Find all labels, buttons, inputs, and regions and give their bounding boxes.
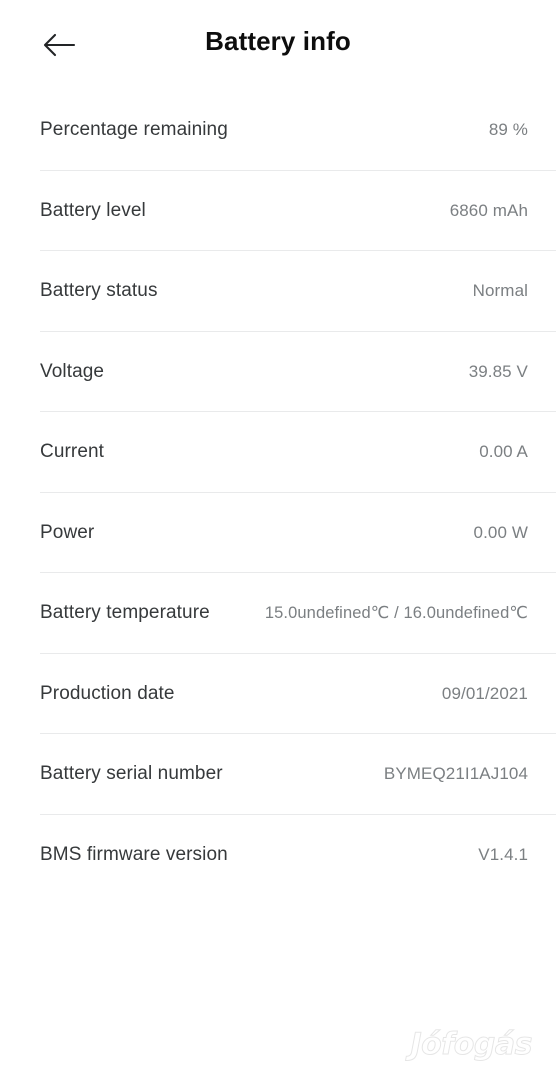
- list-item-battery-serial-number[interactable]: Battery serial number BYMEQ21I1AJ104: [0, 734, 556, 815]
- row-value: V1.4.1: [478, 844, 528, 864]
- list-item-battery-level[interactable]: Battery level 6860 mAh: [0, 171, 556, 251]
- list-item-bms-firmware-version[interactable]: BMS firmware version V1.4.1: [0, 815, 556, 896]
- row-label: Percentage remaining: [40, 119, 228, 141]
- row-label: Battery status: [40, 280, 158, 302]
- row-value: BYMEQ21I1AJ104: [383, 764, 528, 784]
- list-item-battery-temperature[interactable]: Battery temperature 15.0undefined℃ / 16.…: [0, 573, 556, 654]
- list-item-percentage-remaining[interactable]: Percentage remaining 89 %: [0, 90, 556, 171]
- row-value: 89 %: [488, 120, 528, 140]
- row-value: 0.00 W: [473, 522, 528, 542]
- row-label: Power: [40, 521, 95, 543]
- row-value: 15.0undefined℃ / 16.0undefined℃: [264, 604, 528, 623]
- row-label: Current: [40, 441, 105, 463]
- watermark: Jófogás: [410, 1027, 533, 1063]
- list-item-current[interactable]: Current 0.00 A: [0, 412, 556, 493]
- row-value: 09/01/2021: [441, 683, 528, 703]
- list-item-voltage[interactable]: Voltage 39.85 V: [0, 332, 556, 412]
- list-item-power[interactable]: Power 0.00 W: [0, 493, 556, 573]
- app-bar: Battery info: [0, 0, 556, 90]
- list-item-battery-status[interactable]: Battery status Normal: [0, 251, 556, 332]
- row-label: Battery level: [40, 199, 146, 221]
- row-label: Battery serial number: [40, 763, 223, 785]
- list-item-production-date[interactable]: Production date 09/01/2021: [0, 654, 556, 734]
- row-value: 0.00 A: [479, 442, 528, 462]
- battery-info-list: Percentage remaining 89 % Battery level …: [0, 90, 556, 895]
- row-label: BMS firmware version: [40, 843, 228, 865]
- row-value: 39.85 V: [468, 361, 528, 381]
- row-value: Normal: [472, 281, 528, 301]
- page-title: Battery info: [205, 26, 351, 56]
- row-label: Battery temperature: [40, 602, 210, 624]
- row-label: Production date: [40, 682, 175, 704]
- row-value: 6860 mAh: [449, 200, 528, 220]
- row-label: Voltage: [40, 360, 105, 382]
